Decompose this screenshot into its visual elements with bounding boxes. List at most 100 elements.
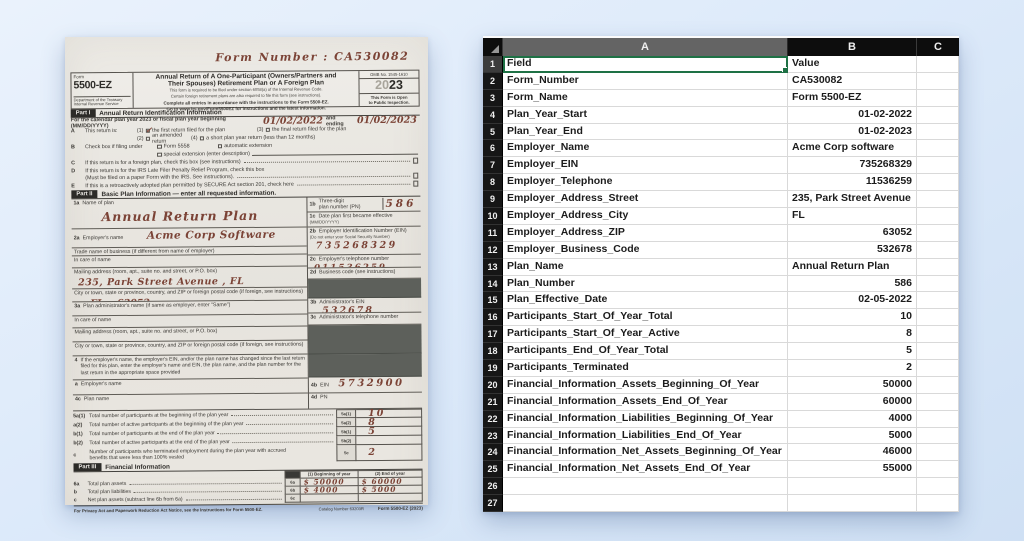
cell-c[interactable]	[917, 427, 959, 445]
cell-b[interactable]: 10	[788, 309, 917, 327]
select-all-corner[interactable]	[483, 38, 503, 56]
cell-a[interactable]: Financial_Information_Liabilities_End_Of…	[503, 427, 788, 445]
row-number[interactable]: 1	[483, 56, 503, 73]
row-number[interactable]: 26	[483, 478, 503, 496]
row-number[interactable]: 11	[483, 224, 503, 242]
cell-b[interactable]	[788, 478, 917, 496]
cell-b[interactable]: 11536259	[788, 174, 917, 192]
cell-a[interactable]: Employer_Telephone	[503, 174, 788, 192]
cell-c[interactable]	[917, 343, 959, 361]
cell-c[interactable]	[917, 191, 959, 209]
row-number[interactable]: 22	[483, 410, 503, 428]
cell-b[interactable]: 01-02-2023	[788, 123, 917, 141]
row-number[interactable]: 3	[483, 89, 503, 107]
cell-b[interactable]	[788, 495, 917, 513]
cell-c[interactable]	[917, 174, 959, 192]
cell-a[interactable]: Financial_Information_Assets_Beginning_O…	[503, 376, 788, 394]
row-number[interactable]: 19	[483, 360, 503, 377]
cell-b[interactable]: 235, Park Street Avenue	[788, 191, 917, 209]
row-number[interactable]: 6	[483, 140, 503, 158]
row-number[interactable]: 24	[483, 444, 503, 462]
cell-b[interactable]: 5000	[788, 427, 917, 445]
cell-a[interactable]: Employer_Address_Street	[503, 191, 788, 209]
column-header-a[interactable]: A	[503, 38, 788, 56]
row-number[interactable]: 16	[483, 309, 503, 327]
cell-c[interactable]	[917, 157, 959, 175]
cell-b[interactable]: Acme Corp software	[788, 140, 917, 158]
cell-a[interactable]: Financial_Information_Net_Assets_End_Of_…	[503, 461, 788, 479]
column-header-c[interactable]: C	[917, 38, 959, 56]
cell-b[interactable]: CA530082	[788, 72, 917, 90]
cell-c[interactable]	[917, 478, 959, 496]
cell-a[interactable]: Field	[503, 56, 788, 73]
cell-b[interactable]: 2	[788, 360, 917, 377]
row-number[interactable]: 17	[483, 326, 503, 344]
cell-a[interactable]	[503, 478, 788, 496]
cell-c[interactable]	[917, 393, 959, 411]
cell-c[interactable]	[917, 461, 959, 479]
row-number[interactable]: 18	[483, 343, 503, 361]
cell-c[interactable]	[917, 444, 959, 462]
cell-c[interactable]	[917, 258, 959, 276]
cell-a[interactable]: Employer_Name	[503, 140, 788, 158]
cell-b[interactable]: 55000	[788, 461, 917, 479]
row-number[interactable]: 2	[483, 72, 503, 90]
cell-b[interactable]: 586	[788, 275, 917, 293]
cell-a[interactable]: Plan_Year_End	[503, 123, 788, 141]
row-number[interactable]: 20	[483, 376, 503, 394]
cell-b[interactable]: 02-05-2022	[788, 292, 917, 310]
cell-b[interactable]: 735268329	[788, 157, 917, 175]
cell-a[interactable]: Plan_Name	[503, 258, 788, 276]
cell-a[interactable]: Participants_Terminated	[503, 360, 788, 377]
row-number[interactable]: 10	[483, 208, 503, 225]
cell-a[interactable]: Form_Number	[503, 72, 788, 90]
cell-c[interactable]	[917, 241, 959, 259]
column-header-b[interactable]: B	[788, 38, 917, 56]
cell-b[interactable]: 60000	[788, 393, 917, 411]
cell-c[interactable]	[917, 140, 959, 158]
row-number[interactable]: 15	[483, 292, 503, 310]
cell-c[interactable]	[917, 123, 959, 141]
cell-c[interactable]	[917, 56, 959, 73]
cell-c[interactable]	[917, 89, 959, 107]
cell-b[interactable]: 01-02-2022	[788, 106, 917, 124]
cell-b[interactable]: 4000	[788, 410, 917, 428]
cell-a[interactable]: Employer_Address_City	[503, 208, 788, 225]
cell-b[interactable]: 46000	[788, 444, 917, 462]
row-number[interactable]: 4	[483, 106, 503, 124]
row-number[interactable]: 25	[483, 461, 503, 479]
cell-a[interactable]: Financial_Information_Liabilities_Beginn…	[503, 410, 788, 428]
cell-c[interactable]	[917, 309, 959, 327]
cell-a[interactable]: Financial_Information_Assets_End_Of_Year	[503, 393, 788, 411]
cell-c[interactable]	[917, 376, 959, 394]
cell-a[interactable]	[503, 495, 788, 513]
row-number[interactable]: 12	[483, 241, 503, 259]
cell-b[interactable]: FL	[788, 208, 917, 225]
cell-a[interactable]: Financial_Information_Net_Assets_Beginni…	[503, 444, 788, 462]
cell-c[interactable]	[917, 224, 959, 242]
cell-c[interactable]	[917, 410, 959, 428]
row-number[interactable]: 27	[483, 495, 503, 513]
cell-a[interactable]: Employer_Address_ZIP	[503, 224, 788, 242]
cell-a[interactable]: Participants_Start_Of_Year_Total	[503, 309, 788, 327]
cell-a[interactable]: Form_Name	[503, 89, 788, 107]
cell-c[interactable]	[917, 495, 959, 513]
cell-a[interactable]: Participants_End_Of_Year_Total	[503, 343, 788, 361]
row-number[interactable]: 21	[483, 393, 503, 411]
row-number[interactable]: 14	[483, 275, 503, 293]
cell-c[interactable]	[917, 72, 959, 90]
row-number[interactable]: 13	[483, 258, 503, 276]
cell-b[interactable]: Value	[788, 56, 917, 73]
row-number[interactable]: 5	[483, 123, 503, 141]
cell-b[interactable]: 63052	[788, 224, 917, 242]
cell-c[interactable]	[917, 326, 959, 344]
cell-b[interactable]: 5	[788, 343, 917, 361]
cell-a[interactable]: Plan_Year_Start	[503, 106, 788, 124]
row-number[interactable]: 9	[483, 191, 503, 209]
cell-a[interactable]: Plan_Number	[503, 275, 788, 293]
cell-c[interactable]	[917, 208, 959, 225]
row-number[interactable]: 7	[483, 157, 503, 175]
cell-b[interactable]: Annual Return Plan	[788, 258, 917, 276]
cell-b[interactable]: 8	[788, 326, 917, 344]
cell-c[interactable]	[917, 106, 959, 124]
